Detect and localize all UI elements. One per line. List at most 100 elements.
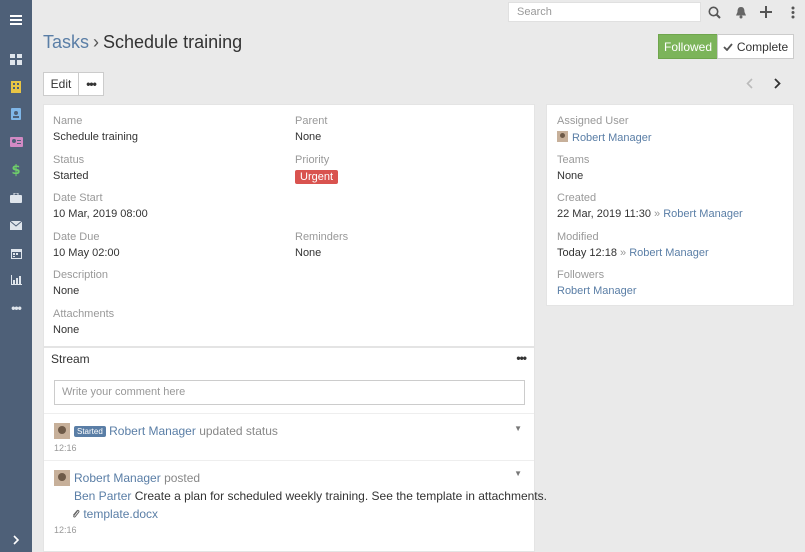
field-value: None — [295, 247, 322, 259]
paperclip-icon — [73, 509, 80, 518]
field-label: Name — [53, 115, 83, 127]
assigned-user-link[interactable]: Robert Manager — [572, 132, 652, 144]
stream-note: Robert Manager posted Ben Parter Create … — [44, 460, 547, 552]
mention-link[interactable]: Ben Parter — [74, 489, 131, 503]
calendar-icon[interactable] — [0, 241, 32, 265]
leads-icon[interactable] — [0, 130, 32, 154]
detail-panel: Name Schedule training Parent None Statu… — [43, 104, 535, 347]
field-label: Description — [53, 269, 109, 281]
field-value: Schedule training — [53, 131, 139, 143]
note-user-link[interactable]: Robert Manager — [109, 424, 196, 438]
field-parent: Parent None — [295, 115, 327, 143]
cases-icon[interactable] — [0, 186, 32, 210]
field-label: Modified — [557, 231, 599, 243]
field-status: Status Started — [53, 154, 88, 182]
field-value: None — [53, 324, 80, 336]
field-followers: Followers Robert Manager — [557, 269, 637, 297]
created-by-link[interactable]: Robert Manager — [663, 208, 743, 220]
field-modified: Modified Today 12:18 » Robert Manager — [557, 231, 709, 259]
previous-record-icon[interactable] — [746, 76, 753, 92]
avatar — [54, 423, 70, 439]
menu-dots-icon[interactable] — [785, 4, 801, 20]
field-label: Priority — [295, 154, 330, 166]
field-label: Followers — [557, 269, 605, 281]
reports-icon[interactable] — [0, 268, 32, 292]
breadcrumb: Tasks › Schedule training — [43, 32, 242, 53]
avatar — [557, 131, 568, 142]
field-date-due: Date Due 10 May 02:00 — [53, 231, 120, 259]
status-badge: Started — [74, 426, 106, 437]
breadcrumb-scope-link[interactable]: Tasks — [43, 32, 89, 52]
menu-icon[interactable] — [0, 8, 32, 32]
field-description: Description None — [53, 269, 108, 297]
stream-more-button[interactable]: ••• — [516, 351, 527, 365]
post-text: Create a plan for scheduled weekly train… — [134, 489, 547, 503]
field-label: Reminders — [295, 231, 349, 243]
notifications-icon[interactable] — [733, 4, 749, 20]
breadcrumb-separator: › — [93, 32, 100, 52]
field-value: None — [557, 170, 584, 182]
page-title: Schedule training — [103, 32, 243, 52]
note-dropdown-icon[interactable]: ▼ — [514, 469, 522, 478]
note-time: 12:16 — [54, 525, 77, 535]
field-value: Started — [53, 170, 89, 182]
modified-date: Today 12:18 — [557, 247, 617, 259]
field-label: Created — [557, 192, 597, 204]
email-icon[interactable] — [0, 213, 32, 237]
created-date: 22 Mar, 2019 11:30 — [557, 208, 651, 220]
follower-link[interactable]: Robert Manager — [557, 285, 637, 297]
field-label: Date Due — [53, 231, 100, 243]
stream-title: Stream — [51, 352, 90, 366]
field-teams: Teams None — [557, 154, 589, 182]
note-action: posted — [164, 471, 201, 485]
note-dropdown-icon[interactable]: ▼ — [514, 424, 522, 433]
accounts-icon[interactable] — [0, 75, 32, 99]
field-label: Parent — [295, 115, 328, 127]
search-input[interactable]: Search — [508, 2, 701, 22]
note-time: 12:16 — [54, 443, 77, 453]
field-label: Status — [53, 154, 85, 166]
edit-button[interactable]: Edit — [43, 72, 79, 96]
field-attachments: Attachments None — [53, 308, 114, 336]
sidebar: $ ••• — [0, 0, 32, 552]
field-date-start: Date Start 10 Mar, 2019 08:00 — [53, 192, 148, 220]
field-label: Date Start — [53, 192, 103, 204]
field-value: 10 May 02:00 — [53, 247, 120, 259]
field-value: None — [53, 285, 80, 297]
field-value: 10 Mar, 2019 08:00 — [53, 208, 148, 220]
complete-label: Complete — [736, 39, 789, 54]
arrow-separator: » — [654, 208, 661, 220]
more-actions-button[interactable]: ••• — [78, 72, 104, 96]
opportunities-icon[interactable]: $ — [0, 158, 32, 182]
field-assigned-user: Assigned User Robert Manager — [557, 115, 652, 144]
field-label: Assigned User — [557, 115, 629, 127]
note-user-link[interactable]: Robert Manager — [74, 471, 161, 485]
avatar — [54, 470, 70, 486]
dashboard-icon[interactable] — [0, 47, 32, 71]
contacts-icon[interactable] — [0, 102, 32, 126]
modified-by-link[interactable]: Robert Manager — [629, 247, 709, 259]
followed-button[interactable]: Followed — [658, 34, 718, 59]
complete-button[interactable]: Complete — [717, 34, 794, 59]
next-record-icon[interactable] — [774, 76, 781, 92]
field-name: Name Schedule training — [53, 115, 138, 143]
field-value: None — [295, 131, 322, 143]
search-icon[interactable] — [706, 4, 722, 20]
more-tabs-icon[interactable]: ••• — [0, 296, 32, 320]
quick-create-icon[interactable] — [758, 4, 774, 20]
check-icon — [723, 42, 733, 51]
field-priority: Priority Urgent — [295, 154, 339, 184]
priority-badge: Urgent — [295, 170, 339, 184]
attachment-link[interactable]: template.docx — [83, 507, 158, 521]
field-label: Teams — [557, 154, 590, 166]
field-created: Created 22 Mar, 2019 11:30 » Robert Mana… — [557, 192, 743, 220]
stream-panel: Stream ••• Write your comment here Start… — [43, 347, 547, 552]
side-panel: Assigned User Robert Manager Teams None … — [546, 104, 794, 306]
note-action: updated status — [199, 424, 278, 438]
comment-input[interactable]: Write your comment here — [54, 380, 525, 405]
field-label: Attachments — [53, 308, 115, 320]
field-reminders: Reminders None — [295, 231, 348, 259]
arrow-separator: » — [620, 247, 627, 259]
expand-sidebar-icon[interactable] — [0, 528, 32, 552]
stream-note: Started Robert Manager updated status 12… — [44, 413, 534, 461]
